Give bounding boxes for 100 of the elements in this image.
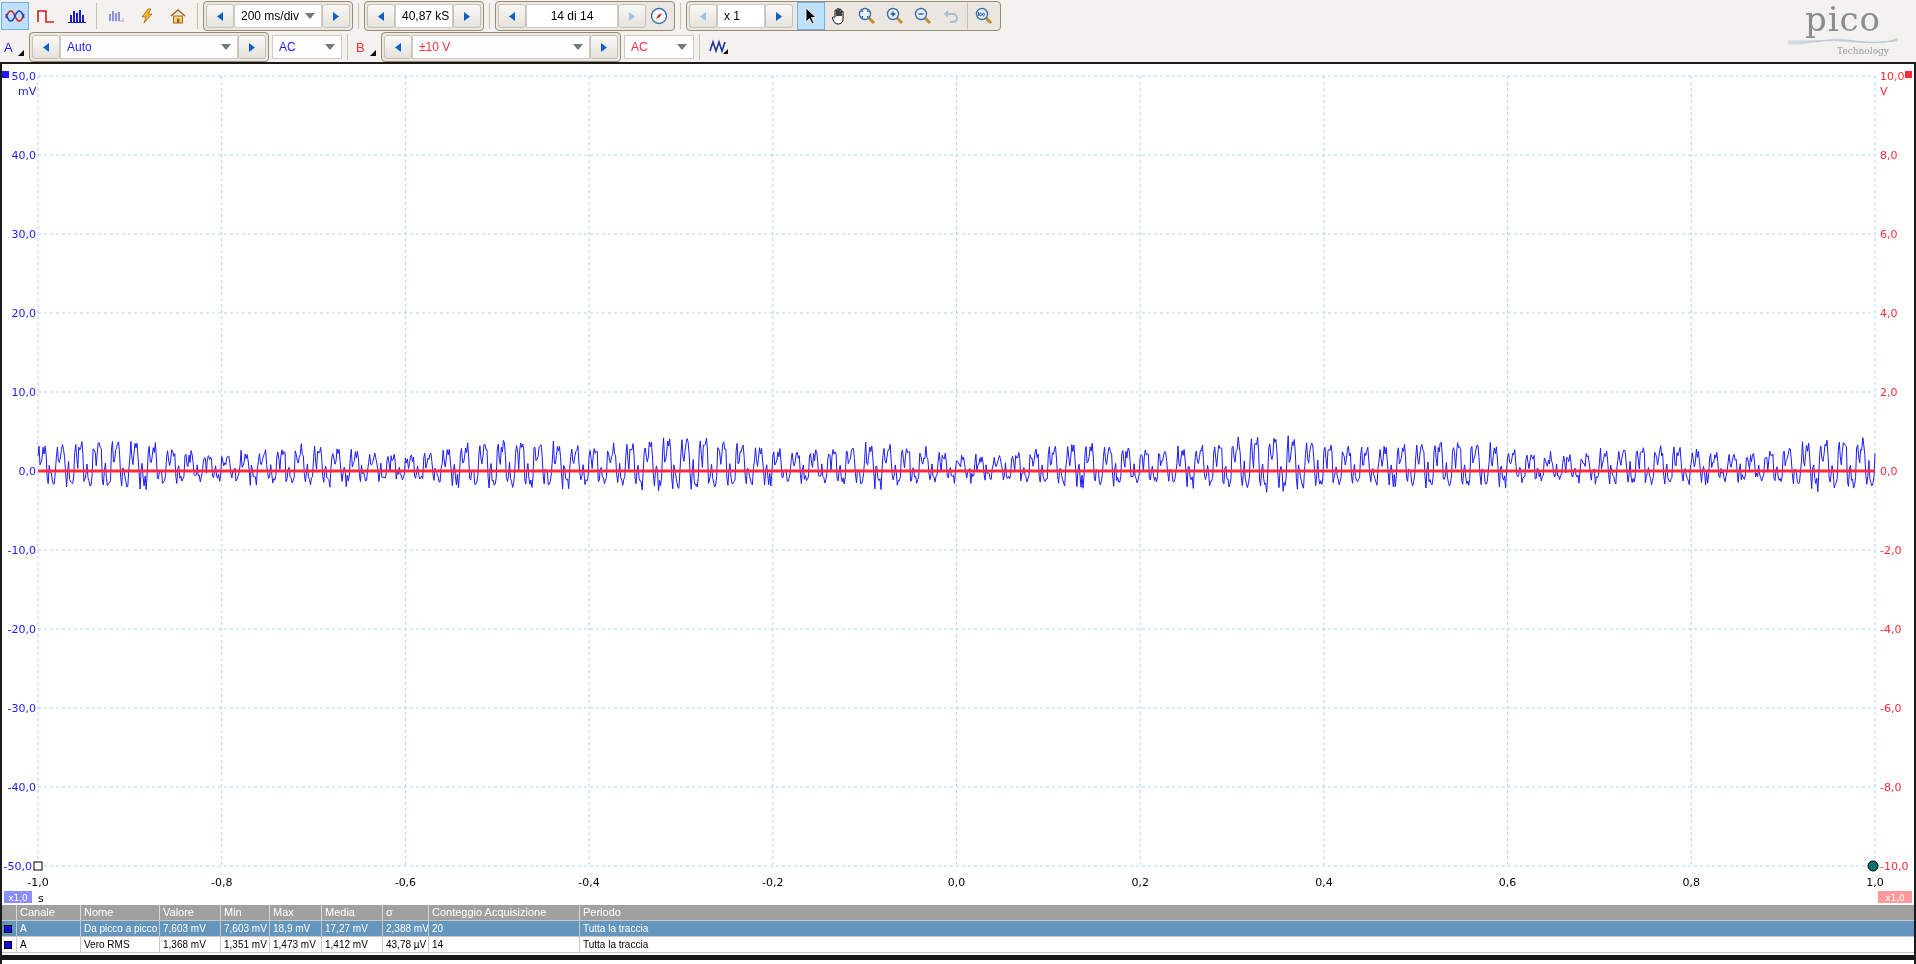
scale-badge[interactable]: x1,0 [1878, 891, 1912, 903]
axis-tick-label: 40,0 [11, 149, 36, 162]
axis-tick-label: 1,0 [1866, 876, 1884, 889]
channel-swatch-icon [4, 940, 12, 949]
previous-button[interactable] [206, 4, 234, 28]
lightning-icon [140, 8, 154, 24]
table-cell: 2,388 mV [382, 921, 428, 936]
table-cell: A [16, 937, 80, 952]
right-arrow-icon [629, 11, 635, 21]
previous-button[interactable] [384, 35, 412, 59]
right-arrow-icon [333, 11, 339, 21]
axis-tick-label: -8,0 [1880, 781, 1902, 794]
axis-tick-label: 30,0 [11, 228, 36, 241]
table-cell: 7,603 mV [159, 921, 220, 936]
previous-button[interactable] [32, 35, 60, 59]
next-button[interactable] [453, 4, 481, 28]
table-row[interactable]: A Vero RMS 1,368 mV 1,351 mV 1,473 mV 1,412 mV 43,78 µV 14 Tutta la traccia [2, 937, 1914, 953]
next-button[interactable] [590, 35, 618, 59]
caret-icon [677, 44, 687, 50]
scope-button[interactable] [1, 2, 29, 30]
next-button[interactable] [765, 4, 793, 28]
column-header[interactable]: σ [382, 905, 428, 920]
wave-icon [709, 39, 729, 55]
axis-tick-label: 0,6 [1498, 876, 1517, 889]
axis-unit: s [38, 892, 44, 905]
next-button[interactable] [322, 4, 350, 28]
axis-tick-label: 6,0 [1880, 228, 1898, 241]
column-header[interactable]: Canale [16, 905, 80, 920]
coupling-dropdown[interactable]: AC [272, 35, 342, 59]
zoom-factor-field[interactable]: x 1 [717, 4, 765, 28]
samples-field[interactable]: 40,87 kS [395, 4, 453, 28]
axis-tick-label: -10,0 [7, 544, 36, 557]
ruler-handle[interactable] [1867, 860, 1879, 872]
channel-label[interactable]: A [1, 33, 26, 61]
axis-tick-label: -50,0 [3, 860, 32, 873]
table-cell: 1,351 mV [220, 937, 269, 952]
left-arrow-icon [395, 42, 401, 52]
column-header[interactable]: Min [220, 905, 269, 920]
column-header[interactable]: Conteggio Acquisizione [428, 905, 579, 920]
table-cell: 20 [428, 921, 579, 936]
range-dropdown[interactable]: Auto [60, 35, 238, 59]
hand-icon [831, 7, 847, 25]
table-cell: Tutta la traccia [579, 921, 1914, 936]
axis-tick-label: 0,0 [1880, 465, 1898, 478]
next-button[interactable] [238, 35, 266, 59]
axis-tick-label: 0,4 [1315, 876, 1333, 889]
axis-tick-label: 8,0 [1880, 149, 1898, 162]
left-arrow-icon [700, 11, 706, 21]
right-arrow-icon [776, 11, 782, 21]
trigger-marker [33, 861, 43, 871]
coupling-dropdown[interactable]: AC [624, 35, 694, 59]
axis-tick-label: -20,0 [7, 623, 36, 636]
table-cell: Vero RMS [80, 937, 159, 952]
caret-icon [325, 44, 335, 50]
magnifier-icon [975, 7, 993, 25]
column-header[interactable]: Nome [80, 905, 159, 920]
right-arrow-icon [601, 42, 607, 52]
zoom-out-icon [914, 7, 932, 25]
axis-tick-label: -0,6 [394, 876, 417, 889]
previous-button[interactable] [367, 4, 395, 28]
axis-tick-label: 0,0 [947, 876, 966, 889]
undo-icon [943, 8, 959, 24]
buffer-field[interactable]: 14 di 14 [526, 4, 618, 28]
caret-icon [221, 44, 231, 50]
pointer-button[interactable] [797, 2, 825, 30]
column-header[interactable]: Media [321, 905, 382, 920]
corner-triangle-icon [370, 50, 376, 56]
previous-button[interactable] [498, 4, 526, 28]
zoom-in-icon [886, 7, 904, 25]
axis-tick-label: -1,0 [27, 876, 49, 889]
column-header[interactable]: Max [269, 905, 321, 920]
column-header[interactable]: Periodo [579, 905, 1914, 920]
axis-tick-label: -6,0 [1880, 702, 1902, 715]
right-arrow-icon [249, 42, 255, 52]
compass-icon[interactable] [650, 7, 668, 25]
axis-tick-label: -0,2 [762, 876, 784, 889]
axis-tick-label: -40,0 [7, 781, 36, 794]
axis-tick-label: 0,8 [1682, 876, 1701, 889]
table-cell: 1,368 mV [159, 937, 220, 952]
axis-tick-label: -4,0 [1880, 623, 1902, 636]
sine-wave-icon [5, 9, 25, 23]
timebase-dropdown[interactable]: 200 ms/div [234, 4, 322, 28]
left-arrow-icon [509, 11, 515, 21]
wave-lines-icon [1788, 36, 1898, 46]
axis-tick-label: -2,0 [1880, 544, 1902, 557]
axis-tick-label: 10,0 [11, 386, 36, 399]
channel-label[interactable]: B [353, 33, 378, 61]
range-dropdown[interactable]: ±10 V [412, 35, 590, 59]
bar-graph-icon [68, 9, 86, 23]
column-header[interactable]: Valore [159, 905, 220, 920]
table-cell: 1,473 mV [269, 937, 321, 952]
axis-unit: mV [18, 85, 37, 98]
caret-icon [305, 13, 315, 19]
bar-graph-icon [107, 9, 125, 23]
table-row[interactable]: A Da picco a picco 7,603 mV 7,603 mV 18,9 mV 17,27 mV 2,388 mV 20 Tutta la traccia [2, 921, 1914, 937]
scale-badge[interactable]: x1,0 [4, 891, 32, 903]
right-arrow-icon [464, 11, 470, 21]
left-arrow-icon [217, 11, 223, 21]
axis-tick-label: 10,0 [1880, 70, 1905, 83]
table-cell: Tutta la traccia [579, 937, 1914, 952]
